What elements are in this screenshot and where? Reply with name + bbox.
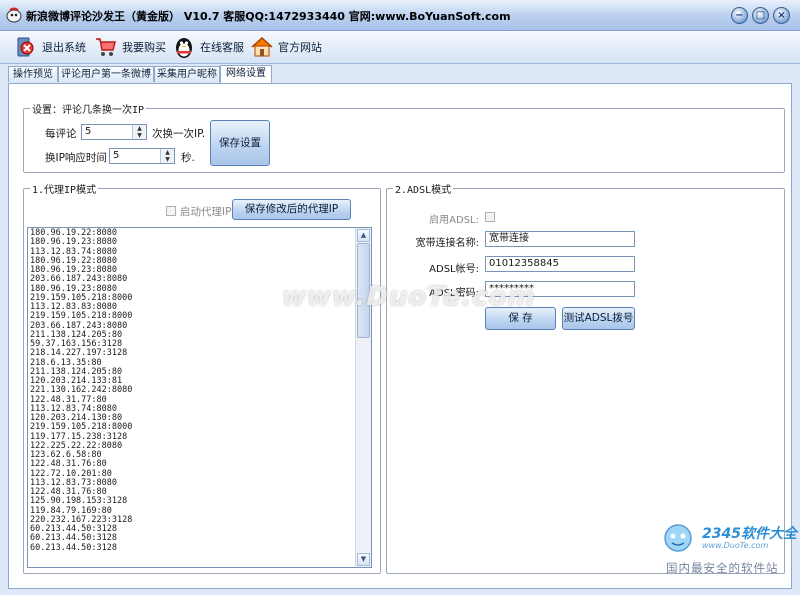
- stepper-down-icon[interactable]: ▼: [161, 156, 174, 163]
- adsl-account-input[interactable]: 01012358845: [485, 256, 635, 272]
- stepper-down-icon[interactable]: ▼: [133, 132, 146, 139]
- adsl-title: 2.ADSL模式: [393, 181, 454, 196]
- per-comment-value: 5: [85, 126, 92, 137]
- enable-proxy-checkbox[interactable]: [166, 206, 176, 216]
- enable-proxy-label: 启动代理IP: [180, 206, 232, 218]
- online-support-button[interactable]: 在线客服: [172, 34, 244, 60]
- exit-system-button[interactable]: 退出系统: [14, 34, 86, 60]
- mascot-logo-icon: [664, 524, 692, 552]
- slogan-text: 国内最安全的软件站: [666, 561, 779, 575]
- scroll-down-icon[interactable]: ▼: [357, 553, 370, 566]
- close-button[interactable]: ×: [773, 7, 790, 24]
- test-adsl-dial-button[interactable]: 测试ADSL拨号: [562, 307, 635, 330]
- proxy-title: 1.代理IP模式: [30, 181, 99, 196]
- brand-text: 2345软件大全: [702, 526, 797, 542]
- buy-button[interactable]: 我要购买: [94, 34, 166, 60]
- list-item[interactable]: 60.213.44.50:3128: [30, 543, 355, 553]
- connection-name-input[interactable]: 宽带连接: [485, 231, 635, 247]
- stepper-up-icon[interactable]: ▲: [161, 149, 174, 156]
- response-time-unit: 秒.: [181, 152, 195, 164]
- adsl-account-label: ADSL帐号:: [429, 264, 479, 275]
- ip-switch-settings-group: 设置：评论几条换一次IP 每评论 5 ▲ ▼ 次换一次IP. 换IP响应时间 5 …: [23, 101, 785, 173]
- duote-watermark: www.DuoTe.com: [282, 282, 536, 312]
- app-logo-icon: [6, 7, 22, 23]
- save-settings-button[interactable]: 保存设置: [210, 120, 270, 166]
- official-website-button[interactable]: 官方网站: [250, 34, 322, 60]
- save-proxy-button[interactable]: 保存修改后的代理IP: [232, 199, 351, 220]
- app-window: 新浪微博评论沙发王（黄金版） V10.7 客服QQ:1472933440 官网:…: [0, 0, 800, 595]
- qq-penguin-icon: [176, 38, 192, 58]
- adsl-group: 2.ADSL模式 启用ADSL: 宽带连接名称: 宽带连接 ADSL帐号: 01…: [386, 181, 785, 574]
- enable-adsl-label: 启用ADSL:: [429, 215, 479, 226]
- shopping-cart-icon: [96, 38, 116, 56]
- stepper-up-icon[interactable]: ▲: [133, 125, 146, 132]
- proxy-list[interactable]: 180.96.19.22:8080 180.96.19.23:8080 113.12…: [27, 227, 372, 568]
- tab-collect-nicknames[interactable]: 采集用户昵称: [154, 66, 220, 82]
- proxy-list-scrollbar[interactable]: ▲ ▼: [355, 228, 371, 567]
- tab-first-weibo[interactable]: 评论用户第一条微博: [58, 66, 154, 82]
- tab-preview[interactable]: 操作预览: [8, 66, 58, 82]
- tab-network-settings[interactable]: 网络设置: [220, 65, 272, 83]
- enable-adsl-checkbox[interactable]: [485, 212, 495, 222]
- site-text: www.DuoTe.com: [702, 541, 769, 550]
- main-toolbar: 退出系统 我要购买 在线客服 官方网站: [0, 31, 800, 64]
- exit-label: 退出系统: [42, 41, 86, 54]
- title-bar[interactable]: 新浪微博评论沙发王（黄金版） V10.7 客服QQ:1472933440 官网:…: [0, 0, 800, 31]
- proxy-list-items: 180.96.19.22:8080 180.96.19.23:8080 113.12…: [30, 228, 355, 553]
- settings-title: 设置：评论几条换一次IP: [30, 101, 147, 116]
- connection-name-label: 宽带连接名称:: [415, 238, 479, 249]
- website-label: 官方网站: [278, 41, 322, 54]
- per-comment-label: 每评论: [45, 128, 77, 140]
- 2345-watermark: 2345软件大全 www.DuoTe.com 国内最安全的软件站: [658, 520, 798, 582]
- exit-icon: [17, 37, 34, 57]
- minimize-button[interactable]: −: [731, 7, 748, 24]
- window-title: 新浪微博评论沙发王（黄金版） V10.7 客服QQ:1472933440 官网:…: [26, 10, 511, 23]
- response-time-label: 换IP响应时间: [45, 152, 107, 164]
- per-comment-stepper[interactable]: 5 ▲ ▼: [81, 124, 147, 140]
- proxy-ip-group: 1.代理IP模式 启动代理IP 保存修改后的代理IP 180.96.19.22:…: [23, 181, 381, 574]
- home-icon: [251, 36, 273, 57]
- response-time-value: 5: [113, 150, 120, 161]
- response-time-stepper[interactable]: 5 ▲ ▼: [109, 148, 175, 164]
- per-comment-suffix: 次换一次IP.: [152, 128, 206, 140]
- scroll-up-icon[interactable]: ▲: [357, 229, 370, 242]
- maximize-button[interactable]: □: [752, 7, 769, 24]
- buy-label: 我要购买: [122, 41, 166, 54]
- network-settings-panel: 设置：评论几条换一次IP 每评论 5 ▲ ▼ 次换一次IP. 换IP响应时间 5 …: [8, 83, 792, 589]
- support-label: 在线客服: [200, 41, 244, 54]
